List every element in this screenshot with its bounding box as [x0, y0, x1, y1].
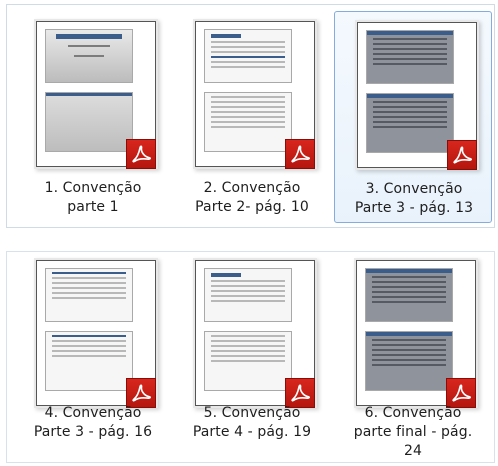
page-preview-top [45, 29, 133, 83]
page-preview-top [366, 30, 454, 84]
file-name-label: 5. Convenção Parte 4 - pág. 19 [192, 405, 312, 440]
file-group-bottom: 4. Convenção Parte 3 - pág. 16 5. Conven… [6, 251, 495, 463]
pdf-file-icon [447, 140, 477, 170]
file-group-top: 1. Convenção parte 1 2. Convenção Parte [6, 4, 495, 228]
page-preview-top [45, 268, 133, 322]
file-item-4[interactable]: 4. Convenção Parte 3 - pág. 16 [14, 252, 172, 462]
page-preview-top [204, 268, 292, 322]
pdf-file-icon [285, 139, 315, 169]
page-preview-bottom [204, 92, 292, 152]
page-preview-bottom [45, 92, 133, 152]
file-item-6[interactable]: 6. Convenção parte final - pág. 24 [334, 252, 492, 462]
file-name-label: 3. Convenção Parte 3 - pág. 13 [354, 181, 474, 216]
file-name-label: 2. Convenção Parte 2- pág. 10 [195, 180, 309, 215]
page-preview-bottom [365, 331, 453, 391]
file-item-2[interactable]: 2. Convenção Parte 2- pág. 10 [173, 11, 331, 223]
page-preview-bottom [366, 93, 454, 153]
pdf-file-icon [126, 139, 156, 169]
page-preview-bottom [45, 331, 133, 391]
page-preview-top [204, 29, 292, 83]
file-name-label: 6. Convenção parte final - pág. 24 [353, 405, 473, 459]
file-item-3[interactable]: 3. Convenção Parte 3 - pág. 13 [334, 11, 492, 223]
file-name-label: 1. Convenção parte 1 [44, 180, 142, 215]
page-preview-bottom [204, 331, 292, 391]
file-item-1[interactable]: 1. Convenção parte 1 [14, 11, 172, 223]
file-name-label: 4. Convenção Parte 3 - pág. 16 [33, 405, 153, 440]
page-preview-top [365, 268, 453, 322]
file-item-5[interactable]: 5. Convenção Parte 4 - pág. 19 [173, 252, 331, 462]
